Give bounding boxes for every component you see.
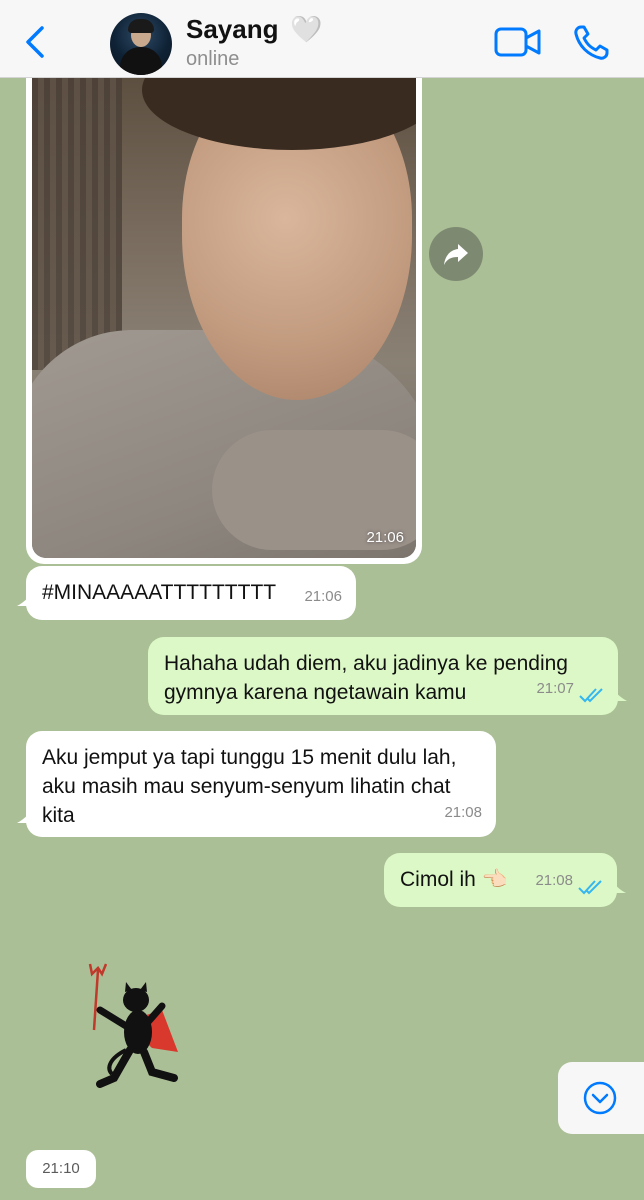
image-message[interactable]: 21:06 [26, 70, 422, 564]
outgoing-message[interactable]: Cimol ih 👈🏻 21:08 [384, 853, 626, 907]
devil-cat-sticker[interactable] [82, 960, 186, 1100]
incoming-message[interactable]: #MINAAAAATTTTTTTTT 21:06 [17, 566, 356, 620]
message-line: Aku jemput ya tapi tunggu 15 menit dulu … [42, 746, 457, 769]
contact-name[interactable]: Sayang [186, 14, 279, 45]
message-line: kita [42, 804, 75, 827]
pointing-hand-emoji: 👈🏻 [481, 868, 508, 891]
back-button[interactable] [20, 22, 50, 62]
read-receipt-icon [579, 688, 603, 703]
contact-status: online [186, 48, 240, 70]
phone-icon [574, 25, 609, 60]
message-text: #MINAAAAATTTTTTTTT [42, 581, 277, 604]
message-time: 21:06 [366, 529, 404, 546]
white-heart-emoji: 🤍 [290, 14, 323, 44]
forward-arrow-icon [444, 244, 468, 265]
message-time: 21:07 [536, 680, 574, 697]
read-receipt-icon [578, 880, 602, 895]
scroll-to-bottom-button[interactable] [558, 1062, 644, 1134]
message-line: aku masih mau senyum-senyum lihatin chat [42, 775, 451, 798]
contact-avatar[interactable] [110, 13, 172, 75]
voice-call-button[interactable] [572, 24, 610, 62]
incoming-message[interactable]: Aku jemput ya tapi tunggu 15 menit dulu … [17, 731, 496, 837]
video-call-button[interactable] [494, 26, 542, 58]
back-chevron-icon [26, 26, 44, 58]
message-time: 21:06 [304, 588, 342, 605]
message-time: 21:10 [26, 1150, 96, 1188]
photo[interactable]: 21:06 [32, 70, 416, 558]
message-time: 21:08 [444, 804, 482, 821]
chat-header: Sayang 🤍 online [0, 0, 644, 78]
chevron-down-circle-icon [583, 1081, 617, 1115]
message-time: 21:08 [535, 872, 573, 889]
video-call-icon [494, 27, 541, 57]
forward-button[interactable] [429, 227, 483, 281]
message-text: Cimol ih [400, 868, 476, 891]
outgoing-message[interactable]: Hahaha udah diem, aku jadinya ke pending… [148, 637, 627, 715]
